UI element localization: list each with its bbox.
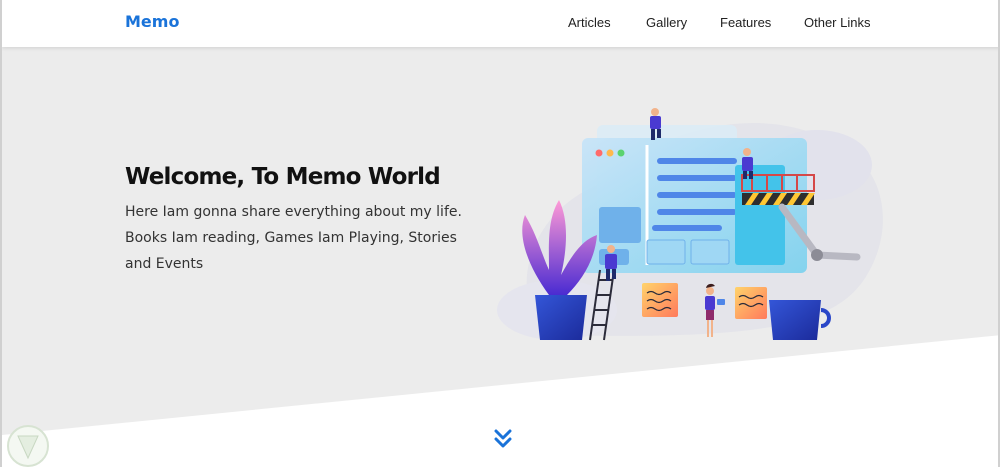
- nav-link-other-links[interactable]: Other Links: [804, 15, 870, 30]
- nav-link-articles[interactable]: Articles: [568, 15, 611, 30]
- double-chevron-down-icon[interactable]: [492, 428, 514, 450]
- hero-description: Here Iam gonna share everything about my…: [125, 204, 462, 272]
- hero-text-block: Welcome, To Memo World Here Iam gonna sh…: [125, 160, 485, 277]
- nav-link-features[interactable]: Features: [720, 15, 771, 30]
- top-navbar: Memo Articles Gallery Features Other Lin…: [2, 0, 998, 47]
- main-nav: Articles Gallery Features Other Links: [2, 15, 998, 33]
- nav-link-gallery[interactable]: Gallery: [646, 15, 687, 30]
- watermark-badge: [7, 425, 49, 467]
- page: Memo Articles Gallery Features Other Lin…: [0, 0, 1000, 467]
- hero-illustration: [497, 108, 883, 341]
- hero-title: Welcome, To Memo World: [125, 164, 441, 190]
